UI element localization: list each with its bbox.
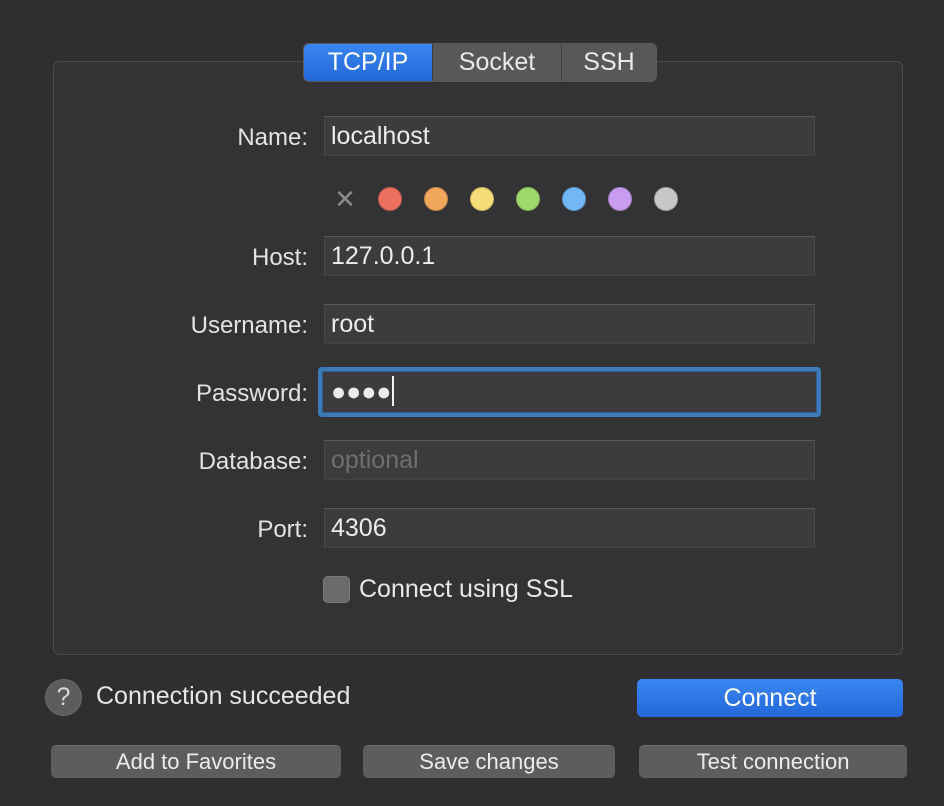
password-field[interactable]: ●●●● (318, 367, 821, 417)
connection-status: Connection succeeded (96, 682, 351, 710)
ssl-option[interactable]: Connect using SSL (323, 575, 573, 604)
password-value: ●●●● (331, 378, 392, 406)
color-purple[interactable] (608, 187, 632, 211)
color-gray[interactable] (654, 187, 678, 211)
name-label: Name: (237, 124, 308, 151)
color-orange[interactable] (424, 187, 448, 211)
database-field[interactable]: optional (324, 440, 815, 480)
name-field[interactable]: localhost (324, 116, 815, 156)
help-icon[interactable]: ? (45, 679, 82, 716)
color-blue[interactable] (562, 187, 586, 211)
clear-color-icon[interactable]: ✕ (332, 186, 358, 212)
tab-ssh[interactable]: SSH (561, 44, 656, 81)
color-red[interactable] (378, 187, 402, 211)
password-label: Password: (195, 380, 308, 407)
host-field[interactable]: 127.0.0.1 (324, 236, 815, 276)
host-label: Host: (251, 244, 308, 271)
database-label: Database: (198, 448, 308, 475)
ssl-checkbox[interactable] (323, 576, 350, 603)
save-changes-button[interactable]: Save changes (363, 745, 615, 778)
color-picker: ✕ (332, 185, 700, 213)
connect-button[interactable]: Connect (637, 679, 903, 717)
test-connection-button[interactable]: Test connection (639, 745, 907, 778)
text-caret (392, 376, 395, 407)
username-label: Username: (190, 312, 308, 339)
color-yellow[interactable] (470, 187, 494, 211)
tab-tcp-ip[interactable]: TCP/IP (304, 44, 432, 81)
connection-type-tabs: TCP/IP Socket SSH (303, 43, 657, 82)
port-field[interactable]: 4306 (324, 508, 815, 548)
username-field[interactable]: root (324, 304, 815, 344)
ssl-label: Connect using SSL (359, 575, 574, 603)
add-to-favorites-button[interactable]: Add to Favorites (51, 745, 341, 778)
tab-socket[interactable]: Socket (432, 44, 561, 81)
port-label: Port: (257, 516, 308, 543)
color-green[interactable] (516, 187, 540, 211)
